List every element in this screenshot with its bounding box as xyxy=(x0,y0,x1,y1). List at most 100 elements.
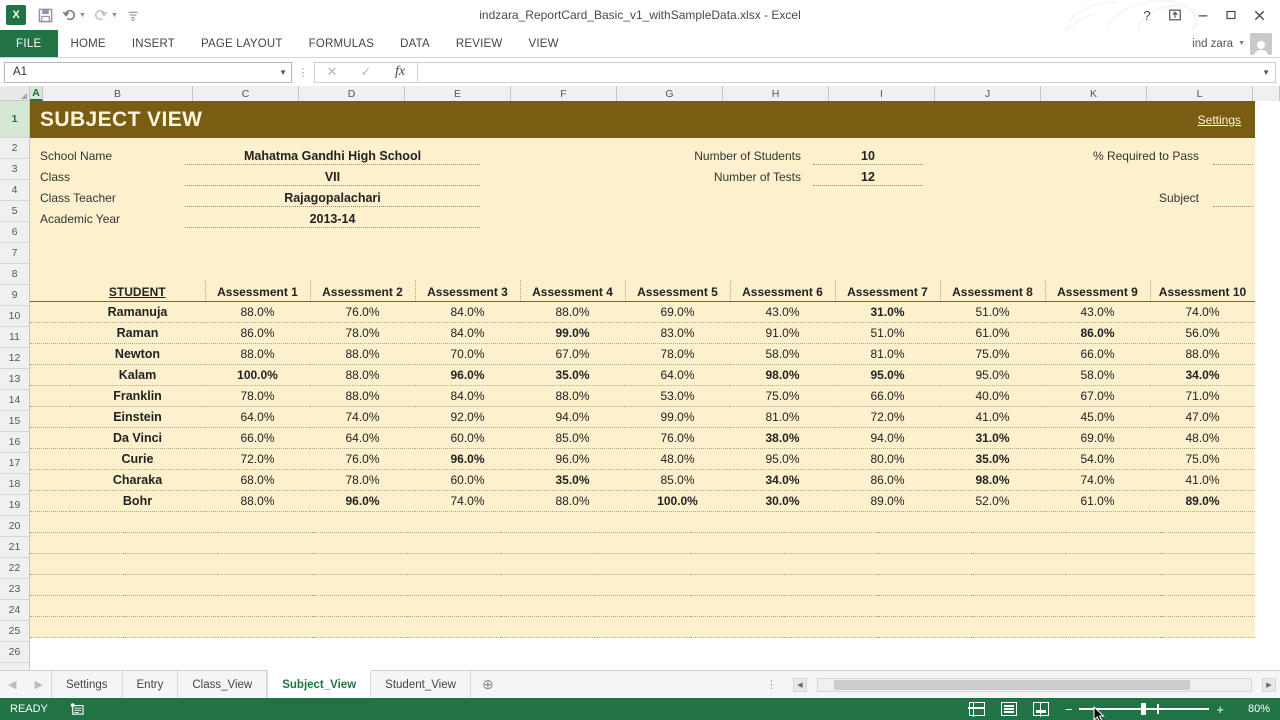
score-cell[interactable]: 92.0% xyxy=(415,406,520,428)
score-cell[interactable]: 34.0% xyxy=(730,469,835,491)
previous-sheet-icon[interactable]: ◀ xyxy=(8,678,16,691)
insert-function-icon[interactable]: fx xyxy=(383,63,417,82)
score-cell[interactable]: 89.0% xyxy=(835,490,940,512)
score-cell[interactable]: 68.0% xyxy=(205,469,310,491)
save-icon[interactable] xyxy=(34,4,56,26)
student-name-cell[interactable]: Curie xyxy=(70,448,205,470)
empty-row[interactable] xyxy=(30,595,1255,617)
formula-input[interactable]: ▼ xyxy=(417,61,1276,83)
score-cell[interactable]: 30.0% xyxy=(730,490,835,512)
horizontal-scroll-thumb[interactable] xyxy=(834,679,1190,690)
score-cell[interactable]: 96.0% xyxy=(415,448,520,470)
zoom-level[interactable]: 80% xyxy=(1240,703,1270,715)
score-cell[interactable]: 51.0% xyxy=(835,322,940,344)
score-cell[interactable]: 86.0% xyxy=(205,322,310,344)
row-header-24[interactable]: 24 xyxy=(0,600,29,621)
score-cell[interactable]: 95.0% xyxy=(940,364,1045,386)
score-cell[interactable]: 48.0% xyxy=(1150,427,1255,449)
add-sheet-button[interactable]: ⊕ xyxy=(471,671,505,698)
empty-row[interactable] xyxy=(30,574,1255,596)
student-name-cell[interactable]: Da Vinci xyxy=(70,427,205,449)
row-header-18[interactable]: 18 xyxy=(0,474,29,495)
column-header-assessment-7[interactable]: Assessment 7 xyxy=(834,280,940,302)
empty-row[interactable] xyxy=(30,511,1255,533)
score-cell[interactable]: 84.0% xyxy=(415,301,520,323)
empty-cell[interactable] xyxy=(30,532,1255,554)
tab-data[interactable]: DATA xyxy=(387,30,443,57)
number-of-students-value[interactable]: 10 xyxy=(813,149,923,165)
score-cell[interactable]: 72.0% xyxy=(205,448,310,470)
row-header-12[interactable]: 12 xyxy=(0,348,29,369)
close-button[interactable] xyxy=(1246,4,1272,26)
score-cell[interactable]: 47.0% xyxy=(1150,406,1255,428)
row-header-23[interactable]: 23 xyxy=(0,579,29,600)
column-header-assessment-2[interactable]: Assessment 2 xyxy=(309,280,415,302)
name-box-dropdown-icon[interactable]: ▼ xyxy=(279,68,287,77)
score-cell[interactable]: 84.0% xyxy=(415,322,520,344)
scroll-left-button[interactable]: ◀ xyxy=(793,677,807,692)
account-area[interactable]: ind zara ▼ xyxy=(1192,30,1280,57)
academic-year-value[interactable]: 2013-14 xyxy=(185,212,480,228)
column-header-f[interactable]: F xyxy=(511,86,617,101)
tab-view[interactable]: VIEW xyxy=(515,30,571,57)
score-cell[interactable]: 78.0% xyxy=(310,322,415,344)
row-header-21[interactable]: 21 xyxy=(0,537,29,558)
row-header-13[interactable]: 13 xyxy=(0,369,29,390)
score-cell[interactable]: 75.0% xyxy=(940,343,1045,365)
student-name-cell[interactable]: Franklin xyxy=(70,385,205,407)
sheet-canvas[interactable]: SUBJECT VIEW Settings School Name Mahatm… xyxy=(30,101,1280,670)
minimize-button[interactable] xyxy=(1190,4,1216,26)
help-button[interactable]: ? xyxy=(1134,4,1160,26)
score-cell[interactable]: 78.0% xyxy=(310,469,415,491)
score-cell[interactable]: 41.0% xyxy=(940,406,1045,428)
score-cell[interactable]: 94.0% xyxy=(520,406,625,428)
student-name-cell[interactable]: Einstein xyxy=(70,406,205,428)
row-header-5[interactable]: 5 xyxy=(0,201,29,222)
column-header-i[interactable]: I xyxy=(829,86,935,101)
score-cell[interactable]: 81.0% xyxy=(835,343,940,365)
column-header-b[interactable]: B xyxy=(43,86,193,101)
score-cell[interactable]: 81.0% xyxy=(730,406,835,428)
column-header-e[interactable]: E xyxy=(405,86,511,101)
score-cell[interactable]: 61.0% xyxy=(1045,490,1150,512)
score-cell[interactable]: 94.0% xyxy=(835,427,940,449)
student-name-cell[interactable]: Kalam xyxy=(70,364,205,386)
sheet-tab-settings[interactable]: Settings xyxy=(51,671,123,698)
restore-button[interactable] xyxy=(1218,4,1244,26)
tab-review[interactable]: REVIEW xyxy=(443,30,516,57)
record-macro-icon[interactable] xyxy=(70,703,84,715)
empty-row[interactable] xyxy=(30,553,1255,575)
score-cell[interactable]: 69.0% xyxy=(1045,427,1150,449)
column-header-c[interactable]: C xyxy=(193,86,299,101)
score-cell[interactable]: 66.0% xyxy=(1045,343,1150,365)
score-cell[interactable]: 31.0% xyxy=(940,427,1045,449)
score-cell[interactable]: 96.0% xyxy=(415,364,520,386)
select-all-button[interactable] xyxy=(0,86,30,100)
row-header-11[interactable]: 11 xyxy=(0,327,29,348)
name-box[interactable]: A1 ▼ xyxy=(4,61,292,83)
page-break-preview-button[interactable] xyxy=(1032,701,1049,717)
scroll-right-button[interactable]: ▶ xyxy=(1262,677,1276,692)
column-header-g[interactable]: G xyxy=(617,86,723,101)
score-cell[interactable]: 67.0% xyxy=(520,343,625,365)
score-cell[interactable]: 88.0% xyxy=(205,490,310,512)
tab-home[interactable]: HOME xyxy=(58,30,119,57)
school-name-value[interactable]: Mahatma Gandhi High School xyxy=(185,149,480,165)
score-cell[interactable]: 83.0% xyxy=(625,322,730,344)
row-header-20[interactable]: 20 xyxy=(0,516,29,537)
row-header-1[interactable]: 1 xyxy=(0,101,29,138)
row-header-8[interactable]: 8 xyxy=(0,264,29,285)
score-cell[interactable]: 60.0% xyxy=(415,427,520,449)
empty-cell[interactable] xyxy=(30,595,1255,617)
score-cell[interactable]: 43.0% xyxy=(1045,301,1150,323)
score-cell[interactable]: 53.0% xyxy=(625,385,730,407)
row-header-6[interactable]: 6 xyxy=(0,222,29,243)
score-cell[interactable]: 72.0% xyxy=(835,406,940,428)
score-cell[interactable]: 67.0% xyxy=(1045,385,1150,407)
score-cell[interactable]: 31.0% xyxy=(835,301,940,323)
score-cell[interactable]: 69.0% xyxy=(625,301,730,323)
zoom-in-button[interactable]: + xyxy=(1216,703,1224,716)
tab-file[interactable]: FILE xyxy=(0,30,58,57)
column-header-assessment-10[interactable]: Assessment 10 xyxy=(1149,280,1255,302)
score-cell[interactable]: 35.0% xyxy=(940,448,1045,470)
